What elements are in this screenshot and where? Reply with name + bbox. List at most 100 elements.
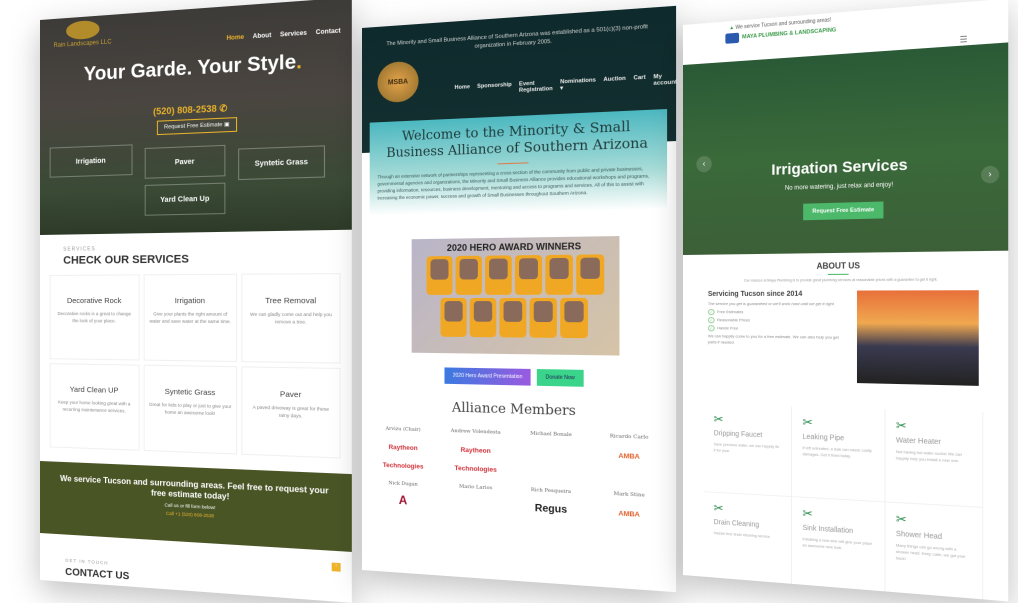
donate-button[interactable]: Donate Now — [537, 369, 584, 387]
member-name: Michael Bonale — [530, 430, 572, 439]
tucson-street-photo — [856, 290, 979, 386]
winner-photo — [440, 297, 467, 338]
service-title: Syntetic Grass — [164, 386, 216, 398]
about-heading: ABOUT US — [816, 261, 861, 271]
contact-heading: CONTACT US — [65, 566, 130, 583]
member-item: Andrew Volendesta Raytheon Technologies — [441, 428, 511, 478]
menu-icon[interactable]: ☰ — [960, 34, 968, 44]
service-card[interactable]: Paver A paved driveway is great for these… — [241, 366, 341, 459]
service-text: Installing a new sink will give your pla… — [802, 537, 873, 551]
services-grid: Decorative Rock Decorative rocks is a gre… — [40, 264, 352, 467]
service-text: Great for kids to play or just to give y… — [148, 401, 232, 417]
since-section: Servicing Tucson since 2014 The service … — [683, 281, 1008, 386]
since-tagline: The service you get is guaranteed or we'… — [707, 301, 835, 307]
hero-box-yard-clean-up[interactable]: Yard Clean Up — [144, 182, 226, 216]
service-card[interactable]: ✂ Dripping Faucet Save precious water, we … — [704, 403, 793, 498]
hero-box-irrigation[interactable]: Irrigation — [49, 144, 133, 178]
hero-slider: ‹ › Irrigation Services No more watering… — [683, 42, 1009, 256]
award-buttons: 2020 Hero Award Presentation Donate Now — [362, 366, 676, 389]
about-section: ABOUT US Our mission at Maya Plumbing is… — [683, 259, 1008, 283]
service-card[interactable]: Tree Removal We can gladly come out and h… — [241, 273, 341, 364]
member-name: Ricardo Carlo — [609, 433, 649, 441]
member-name: Mario Larios — [459, 483, 493, 492]
nav-auction[interactable]: Auction — [603, 76, 625, 90]
member-logo[interactable]: AMBA — [618, 453, 639, 461]
nav-services[interactable]: Services — [280, 30, 307, 38]
nav-sponsorship[interactable]: Sponsorship — [477, 82, 512, 96]
service-card[interactable]: Decorative Rock Decorative rocks is a gre… — [49, 274, 140, 361]
member-item: Nick Dugan A — [370, 479, 437, 511]
feature-list: Free Estimates Reasonable Prices Hassle Fr… — [708, 309, 849, 331]
winner-photo — [499, 297, 527, 338]
service-text: Save precious water, we can happily fix … — [713, 442, 780, 454]
member-logo[interactable]: AMBA — [618, 510, 639, 519]
service-card[interactable]: ✂ Sink Installation Installing a new sink … — [792, 497, 886, 596]
award-title: 2020 HERO AWARD WINNERS — [446, 240, 582, 254]
request-estimate-button[interactable]: Request Free Estimate ▣ — [156, 117, 238, 136]
service-card[interactable]: Yard Clean UP Keep your home looking grea… — [49, 363, 140, 451]
welcome-section: Welcome to the Minority & Small Business… — [369, 109, 668, 216]
service-card[interactable]: ✂ Drain Cleaning Hassle free drain cleanin… — [704, 492, 793, 589]
announcement-text: The Minority and Small Business Alliance… — [386, 23, 648, 50]
welcome-heading: Welcome to the Minority & Small Business… — [386, 119, 649, 162]
tools-icon: ✂ — [802, 414, 813, 430]
member-logo[interactable]: Regus — [535, 503, 567, 516]
service-card[interactable]: ✂ Shower Head Many things can go wrong wit… — [885, 502, 984, 602]
service-title: Yard Clean UP — [69, 384, 119, 395]
service-title: Water Heater — [895, 437, 941, 447]
winner-photo — [469, 297, 497, 338]
member-logo[interactable]: Raytheon Technologies — [455, 447, 497, 474]
since-heading: Servicing Tucson since 2014 — [707, 290, 803, 298]
service-title: Sink Installation — [802, 524, 854, 536]
winner-photo — [455, 255, 482, 295]
tools-icon: ✂ — [895, 417, 907, 434]
member-name: Mark Stine — [613, 490, 645, 499]
member-logo[interactable]: Raytheon Technologies — [383, 444, 424, 471]
winner-photo — [560, 297, 588, 339]
winner-photo — [575, 254, 604, 295]
hero-title: Your Garde. Your Style. — [40, 49, 352, 88]
nav-event-registration[interactable]: Event Registration — [519, 80, 553, 94]
members-grid: Arvizu (Chair) Raytheon Technologies Andr… — [362, 413, 676, 537]
service-text: A paved driveway is great for these rain… — [252, 404, 330, 419]
nav-my-account[interactable]: My account — [653, 73, 676, 87]
service-card[interactable]: ✂ Water Heater Not having hot water sucks!… — [885, 409, 984, 508]
site-logo[interactable]: MSBA — [377, 60, 419, 104]
nav-nominations[interactable]: Nominations ▾ — [560, 77, 596, 92]
main-nav: Home About Services Contact — [226, 28, 340, 42]
nav-contact[interactable]: Contact — [316, 28, 341, 36]
member-name: Arvizu (Chair) — [385, 425, 421, 434]
hero-title: Irrigation Services — [771, 156, 908, 179]
service-title: Decorative Rock — [66, 295, 122, 306]
nav-cart[interactable]: Cart — [634, 75, 646, 89]
presentation-button[interactable]: 2020 Hero Award Presentation — [444, 367, 531, 386]
winner-photo — [484, 255, 512, 295]
member-item: Ricardo Carlo AMBA — [592, 433, 667, 485]
service-title: Drain Cleaning — [713, 518, 760, 530]
site-logo[interactable]: Rain Landscapes LLC — [54, 19, 112, 49]
hero-box-syntetic-grass[interactable]: Syntetic Grass — [238, 145, 326, 181]
divider — [827, 273, 849, 275]
service-card[interactable]: Syntetic Grass Great for kids to play or … — [143, 364, 238, 455]
service-text: Keep your home looking great with a recu… — [58, 399, 131, 414]
request-estimate-button[interactable]: Request Free Estimate — [803, 201, 884, 221]
logo-text: Rain Landscapes LLC — [53, 39, 112, 50]
service-text: Give your plants the right amount of wat… — [149, 311, 231, 325]
back-to-top-icon[interactable]: ↑ — [331, 562, 341, 572]
nav-about[interactable]: About — [253, 33, 272, 41]
hero-section: Rain Landscapes LLC Home About Services Con… — [40, 0, 352, 236]
nav-home[interactable]: Home — [455, 84, 470, 97]
tools-icon: ✂ — [713, 500, 724, 516]
main-nav: Home Sponsorship Event Registration Nominat… — [455, 73, 677, 97]
intro-text: Through an extensive network of partners… — [377, 165, 650, 201]
divider — [497, 162, 529, 165]
service-title: Irrigation — [174, 295, 206, 306]
winner-photo — [544, 254, 573, 295]
hero-box-paver[interactable]: Paver — [144, 144, 226, 179]
member-item: Mark Stine AMBA — [592, 490, 667, 524]
service-card[interactable]: ✂ Leaking Pipe If left untreated, a leak c… — [792, 406, 886, 503]
nav-home[interactable]: Home — [226, 35, 244, 42]
service-card[interactable]: Irrigation Give your plants the right amo… — [143, 273, 238, 363]
winner-photo — [514, 255, 542, 295]
member-logo[interactable]: A — [399, 493, 408, 508]
